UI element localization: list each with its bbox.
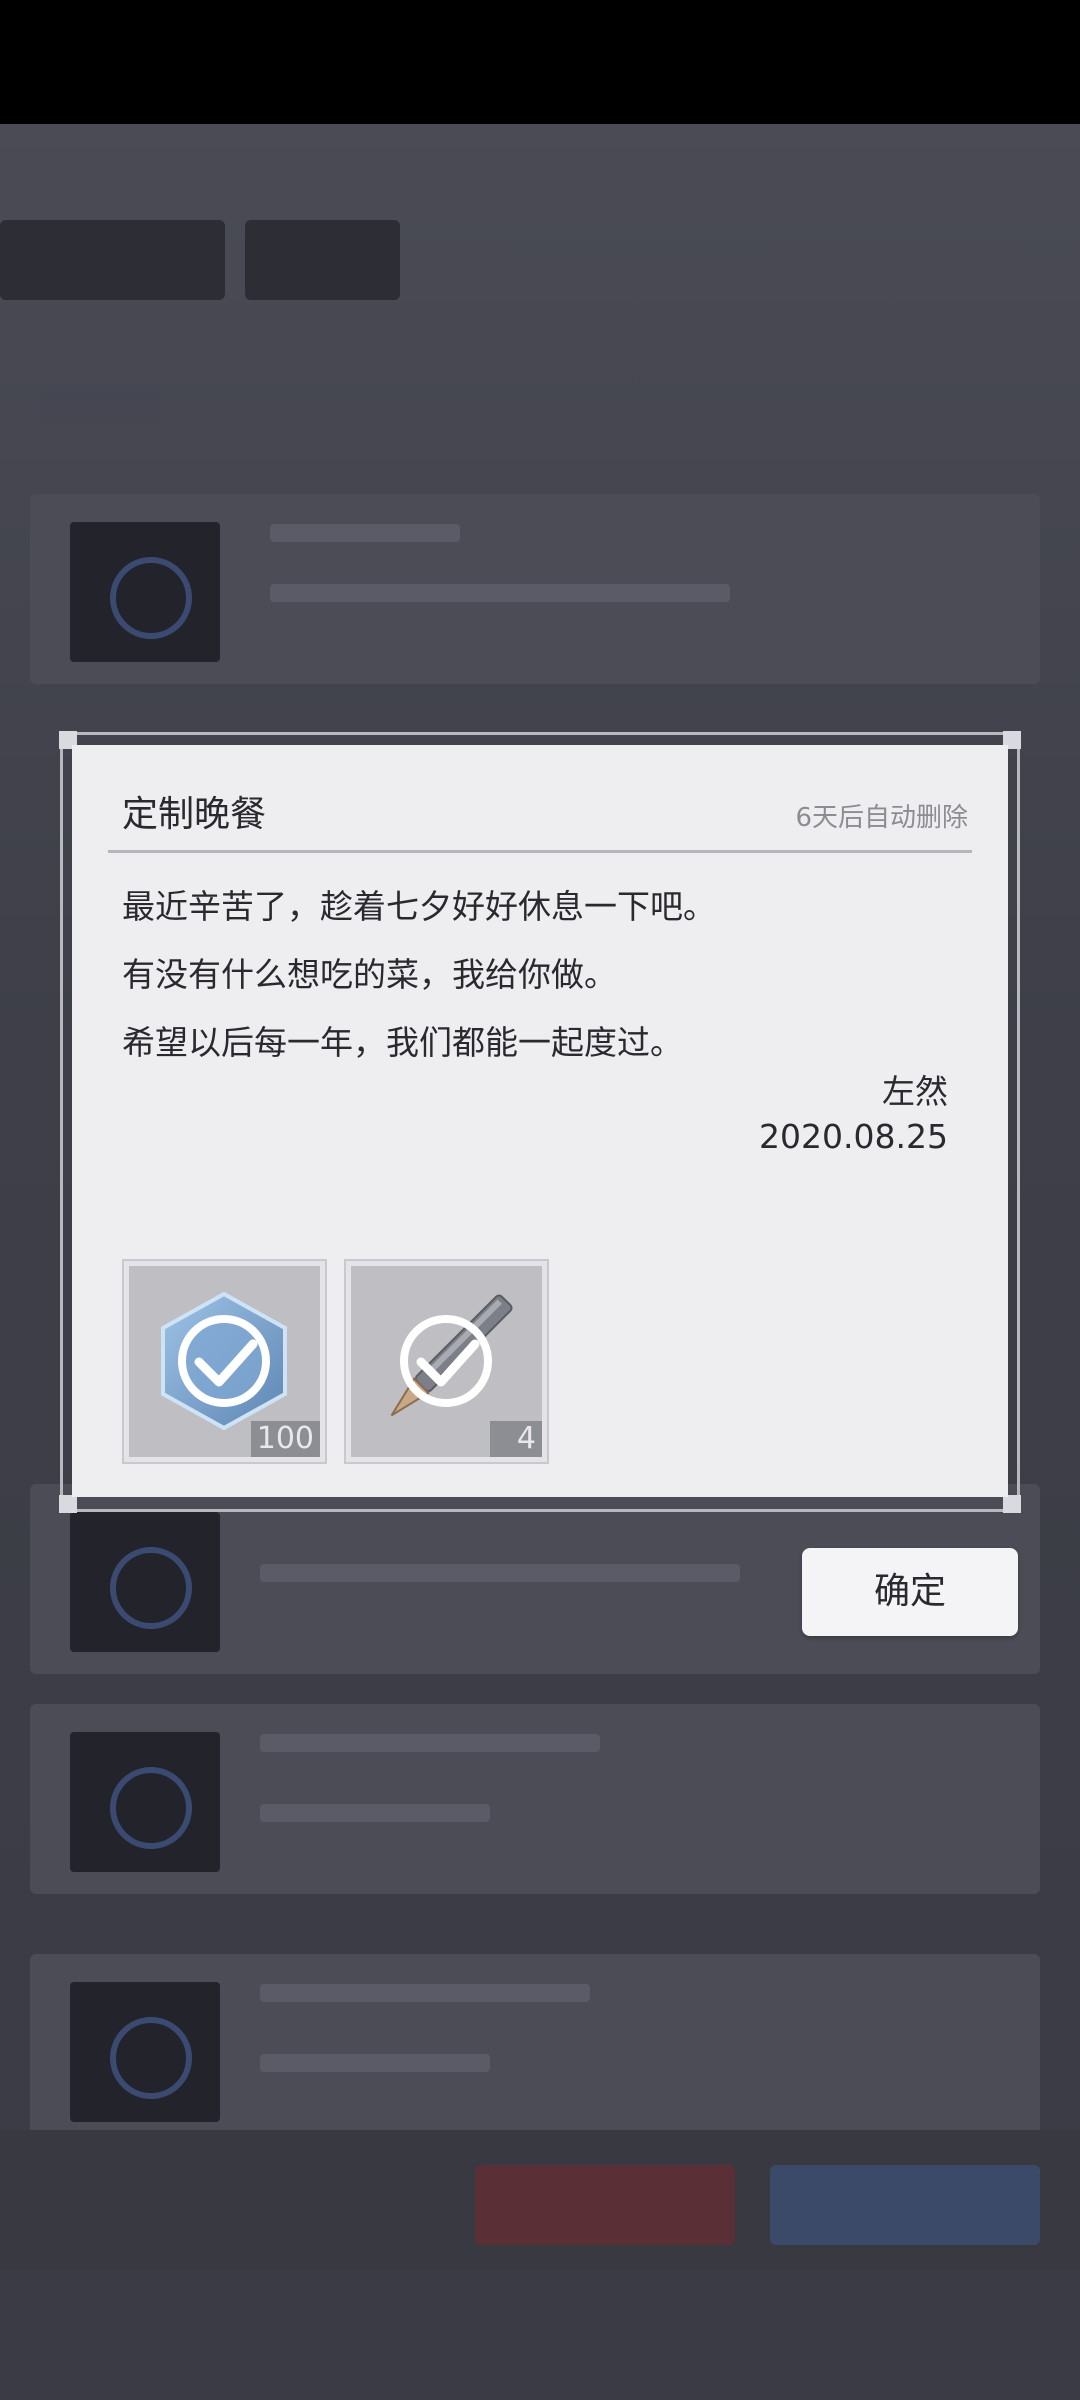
reward-item[interactable]: 4 — [344, 1259, 549, 1464]
mail-body-line: 最近辛苦了，趁着七夕好好休息一下吧。 — [122, 887, 716, 926]
section-label — [40, 392, 160, 422]
mail-thumb-icon — [70, 1982, 220, 2122]
back-button[interactable] — [0, 220, 225, 300]
mail-thumb-icon — [70, 1512, 220, 1652]
mail-thumb-icon — [70, 1732, 220, 1872]
reward-quantity: 100 — [250, 1421, 320, 1457]
frame-corner — [59, 1495, 77, 1513]
status-bar — [0, 0, 1080, 124]
list-item[interactable] — [30, 1954, 1040, 2144]
mail-thumb-icon — [70, 522, 220, 662]
reward-quantity: 4 — [490, 1421, 542, 1457]
list-item[interactable] — [30, 494, 1040, 684]
delete-all-button[interactable] — [475, 2165, 735, 2245]
mail-body-line: 有没有什么想吃的菜，我给你做。 — [122, 955, 617, 994]
mail-body-line: 希望以后每一年，我们都能一起度过。 — [122, 1023, 683, 1062]
mail-date: 2020.08.25 — [759, 1117, 948, 1156]
list-item[interactable] — [30, 1704, 1040, 1894]
claim-all-button[interactable] — [770, 2165, 1040, 2245]
mail-title: 定制晚餐 — [122, 794, 267, 835]
confirm-button[interactable]: 确定 — [802, 1548, 1018, 1636]
frame-corner — [1003, 1495, 1021, 1513]
divider — [108, 850, 972, 853]
mail-dialog: 定制晚餐 6天后自动删除 最近辛苦了，趁着七夕好好休息一下吧。 有没有什么想吃的… — [72, 745, 1008, 1497]
mail-signature: 左然 — [882, 1072, 948, 1111]
home-button[interactable] — [245, 220, 400, 300]
expire-notice: 6天后自动删除 — [795, 803, 968, 833]
reward-item[interactable]: 100 — [122, 1259, 327, 1464]
